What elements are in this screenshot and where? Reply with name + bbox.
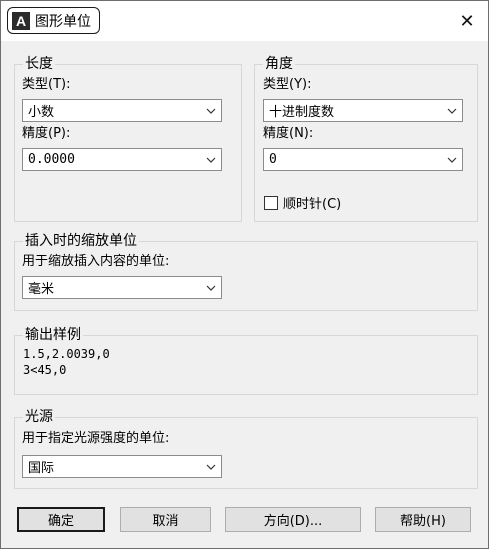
angle-type-value: 十进制度数 xyxy=(269,105,335,120)
sample-output-legend: 输出样例 xyxy=(23,327,83,343)
help-button[interactable]: 帮助(H) xyxy=(375,507,471,532)
clockwise-label: 顺时针(C) xyxy=(283,197,342,212)
checkbox-box[interactable] xyxy=(264,195,278,210)
clockwise-checkbox[interactable]: 顺时针(C) xyxy=(264,193,341,212)
length-precision-value: 0.0000 xyxy=(28,152,75,167)
direction-button[interactable]: 方向(D)... xyxy=(225,507,361,532)
chevron-down-icon xyxy=(201,149,221,170)
lighting-units-label: 用于指定光源强度的单位: xyxy=(22,431,170,446)
close-button[interactable]: ✕ xyxy=(456,10,478,32)
title-area: A 图形单位 xyxy=(7,7,100,34)
chevron-down-icon xyxy=(201,100,221,121)
angle-legend: 角度 xyxy=(263,56,295,72)
dialog-title: 图形单位 xyxy=(35,13,91,30)
insertion-scale-select[interactable]: 毫米 xyxy=(22,276,222,299)
sample-output-group xyxy=(14,335,478,395)
ok-button[interactable]: 确定 xyxy=(17,507,105,532)
insertion-scale-value: 毫米 xyxy=(28,282,55,297)
autocad-icon: A xyxy=(12,11,30,30)
angle-precision-label: 精度(N): xyxy=(263,126,314,141)
lighting-legend: 光源 xyxy=(23,409,55,425)
angle-precision-select[interactable]: 0 xyxy=(263,148,463,171)
angle-type-label: 类型(Y): xyxy=(263,77,312,92)
cancel-button[interactable]: 取消 xyxy=(120,507,211,532)
chevron-down-icon xyxy=(442,100,462,121)
close-icon: ✕ xyxy=(459,10,475,32)
sample-line-2: 3<45,0 xyxy=(23,363,67,377)
insertion-scale-legend: 插入时的缩放单位 xyxy=(23,233,139,249)
length-precision-select[interactable]: 0.0000 xyxy=(22,148,222,171)
insertion-scale-label: 用于缩放插入内容的单位: xyxy=(22,254,170,269)
length-type-select[interactable]: 小数 xyxy=(22,99,222,122)
length-type-label: 类型(T): xyxy=(22,77,71,92)
drawing-units-dialog: A 图形单位 ✕ 长度 类型(T): 小数 精度(P): 0.0000 角度 类… xyxy=(0,0,489,549)
length-precision-label: 精度(P): xyxy=(22,126,71,141)
length-legend: 长度 xyxy=(23,56,55,72)
sample-line-1: 1.5,2.0039,0 xyxy=(23,347,110,361)
chevron-down-icon xyxy=(442,149,462,170)
chevron-down-icon xyxy=(201,277,221,298)
lighting-units-value: 国际 xyxy=(28,461,55,476)
angle-type-select[interactable]: 十进制度数 xyxy=(263,99,463,122)
chevron-down-icon xyxy=(201,456,221,477)
length-type-value: 小数 xyxy=(28,105,55,120)
angle-precision-value: 0 xyxy=(269,152,277,167)
lighting-group xyxy=(14,417,478,489)
lighting-units-select[interactable]: 国际 xyxy=(22,455,222,478)
title-bar: A 图形单位 ✕ xyxy=(1,1,488,41)
